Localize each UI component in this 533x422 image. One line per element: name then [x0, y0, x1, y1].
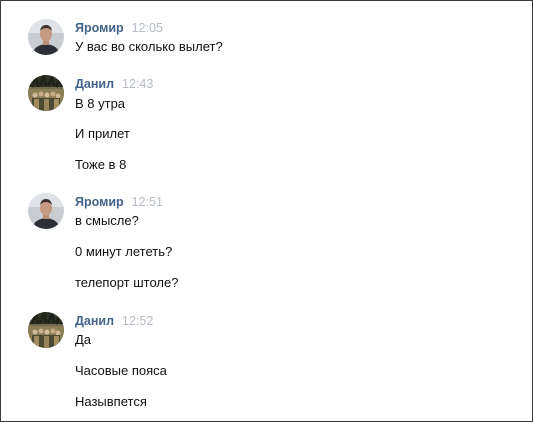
- message-text: телепорт штоле?: [75, 275, 179, 290]
- message-header: Данил 12:43: [75, 76, 153, 92]
- author-name[interactable]: Яромир: [75, 21, 124, 35]
- user-photo-man-icon: [28, 19, 64, 55]
- message-text: Да: [75, 332, 92, 347]
- chat-history: Яромир 12:05 У вас во сколько вылет? Дан…: [0, 0, 533, 422]
- message-header: Данил 12:52: [75, 313, 153, 329]
- message-text: В 8 утра: [75, 96, 126, 111]
- message-header: Яромир 12:51: [75, 194, 163, 210]
- message-time[interactable]: 12:05: [132, 21, 163, 35]
- message-text: в смысле?: [75, 213, 139, 228]
- message-time[interactable]: 12:52: [122, 314, 153, 328]
- author-name[interactable]: Данил: [75, 77, 114, 91]
- avatar[interactable]: [28, 193, 64, 229]
- message-text: 0 минут лететь?: [75, 244, 173, 259]
- user-photo-man-icon: [28, 193, 64, 229]
- avatar[interactable]: [28, 19, 64, 55]
- message-text: И прилет: [75, 126, 130, 141]
- user-photo-group-icon: [28, 75, 64, 111]
- message-text: Часовые пояса: [75, 363, 167, 378]
- author-name[interactable]: Данил: [75, 314, 114, 328]
- message-time[interactable]: 12:43: [122, 77, 153, 91]
- message-header: Яромир 12:05: [75, 20, 163, 36]
- author-name[interactable]: Яромир: [75, 195, 124, 209]
- user-photo-group-icon: [28, 312, 64, 348]
- message-text: У вас во сколько вылет?: [75, 39, 223, 54]
- message-text: Назывпется: [75, 394, 147, 409]
- message-text: Тоже в 8: [75, 157, 127, 172]
- message-time[interactable]: 12:51: [132, 195, 163, 209]
- avatar[interactable]: [28, 75, 64, 111]
- avatar[interactable]: [28, 312, 64, 348]
